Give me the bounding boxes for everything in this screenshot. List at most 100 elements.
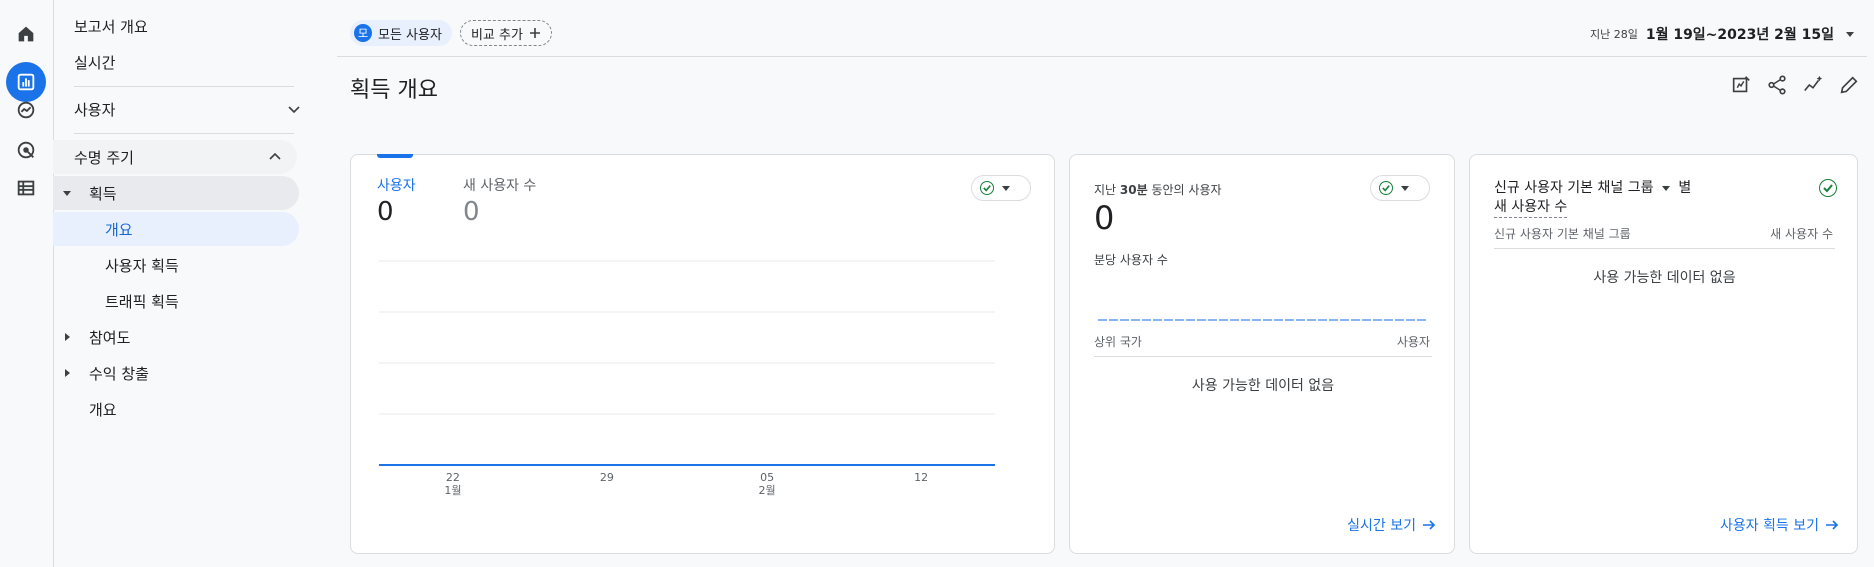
nav-realtime[interactable]: 실시간 (53, 45, 304, 79)
nav-user-acquisition[interactable]: 사용자 획득 (53, 248, 179, 282)
tab-users-label: 사용자 (377, 178, 416, 194)
check-circle-icon (1379, 181, 1393, 195)
nav-label: 개요 (105, 220, 133, 239)
nav-label: 실시간 (74, 53, 116, 72)
x-tick-label: 05 (760, 471, 774, 484)
add-comparison-button[interactable]: 비교 추가 (459, 20, 552, 46)
comparison-status-button[interactable] (1370, 175, 1430, 201)
chevron-up-icon (269, 152, 281, 160)
nav-traffic-acquisition[interactable]: 트래픽 획득 (53, 284, 179, 318)
share-icon[interactable] (1766, 74, 1788, 96)
divider (1094, 356, 1432, 357)
view-realtime-link[interactable]: 실시간 보기 (1347, 515, 1436, 535)
column-header-new-users: 새 사용자 수 (1770, 227, 1833, 241)
x-tick-label: 22 (446, 471, 460, 484)
check-circle-icon (980, 181, 994, 195)
divider (337, 56, 1867, 57)
column-header-country: 상위 국가 (1094, 335, 1142, 349)
divider (1494, 248, 1835, 249)
divider (74, 133, 294, 134)
caret-right-icon (65, 369, 70, 377)
view-user-acquisition-label: 사용자 획득 보기 (1719, 518, 1819, 534)
no-data-message: 사용 가능한 데이터 없음 (1191, 378, 1335, 394)
nav-acquisition[interactable]: 획득 (53, 176, 299, 210)
nav-label: 트래픽 획득 (105, 292, 179, 311)
nav-label: 개요 (89, 400, 117, 419)
comparison-bar: 모 모든 사용자 비교 추가 (350, 18, 552, 48)
column-header-channel: 신규 사용자 기본 채널 그룹 (1494, 227, 1631, 241)
tab-new-users-value: 0 (463, 197, 480, 227)
home-icon[interactable] (6, 14, 46, 54)
comparison-status-button[interactable] (971, 175, 1031, 201)
divider (74, 86, 294, 87)
caret-down-icon (1401, 185, 1409, 191)
title-by: 별 (1678, 180, 1692, 196)
nav-label: 수명 주기 (74, 148, 134, 167)
nav-users[interactable]: 사용자 (53, 92, 300, 126)
left-rail (0, 0, 54, 567)
realtime-title-bold: 30분 (1119, 183, 1148, 197)
nav-label: 보고서 개요 (74, 17, 148, 36)
segment-badge: 모 (354, 24, 372, 42)
channel-card-title: 신규 사용자 기본 채널 그룹 별 새 사용자 수 (1494, 179, 1691, 218)
tab-new-users[interactable]: 새 사용자 수 0 (463, 175, 536, 227)
x-tick-label: 29 (600, 471, 614, 484)
no-data-message: 사용 가능한 데이터 없음 (1593, 270, 1736, 286)
date-range-value: 1월 19일~2023년 2월 15일 (1645, 27, 1834, 43)
arrow-right-icon (1423, 520, 1436, 530)
advertising-icon[interactable] (6, 130, 46, 170)
date-range-picker[interactable]: 지난 28일 1월 19일~2023년 2월 15일 (1590, 24, 1854, 44)
channel-card: 신규 사용자 기본 채널 그룹 별 새 사용자 수 신규 사용자 기본 채널 그… (1469, 154, 1858, 554)
explore-icon[interactable] (6, 90, 46, 130)
active-tab-indicator (377, 154, 413, 158)
realtime-value: 0 (1094, 199, 1115, 237)
nav-label: 획득 (89, 184, 117, 203)
nav-monetization[interactable]: 수익 창출 (53, 356, 309, 390)
chevron-down-icon (288, 106, 300, 114)
caret-right-icon (65, 333, 70, 341)
per-minute-bars (1098, 319, 1426, 321)
caret-down-icon (1002, 185, 1010, 191)
metric-label: 새 사용자 수 (1494, 198, 1568, 218)
x-tick-month-label: 2월 (759, 484, 776, 497)
caret-down-icon (1846, 31, 1854, 37)
realtime-title: 지난 30분 동안의 사용자 (1094, 181, 1222, 198)
realtime-card: 지난 30분 동안의 사용자 0 분당 사용자 수 상위 국가 사용자 사용 가… (1069, 154, 1455, 554)
view-realtime-label: 실시간 보기 (1347, 518, 1416, 534)
nav-report-overview[interactable]: 보고서 개요 (53, 9, 304, 43)
nav-lifecycle[interactable]: 수명 주기 (53, 140, 297, 174)
x-tick-label: 12 (914, 471, 928, 484)
dimension-picker[interactable]: 신규 사용자 기본 채널 그룹 (1494, 180, 1653, 196)
caret-down-icon (63, 190, 71, 196)
nav-label: 사용자 (74, 100, 116, 119)
realtime-title-suffix: 동안의 사용자 (1147, 183, 1222, 197)
check-circle-icon (1819, 179, 1837, 197)
add-comparison-label: 비교 추가 (470, 27, 523, 43)
plus-icon (529, 28, 540, 38)
insights-icon[interactable] (1802, 74, 1824, 96)
users-line-chart: 221월 29 052월 12 (379, 260, 995, 497)
configure-icon[interactable] (6, 168, 46, 208)
nav-acq-overview[interactable]: 개요 (53, 212, 299, 246)
x-tick-month-label: 1월 (444, 484, 461, 497)
view-user-acquisition-link[interactable]: 사용자 획득 보기 (1720, 515, 1839, 535)
tab-new-users-label: 새 사용자 수 (463, 178, 537, 194)
page-title: 획득 개요 (350, 78, 438, 103)
nav-engagement[interactable]: 참여도 (53, 320, 309, 354)
tab-users[interactable]: 사용자 0 (377, 175, 416, 227)
nav-label: 사용자 획득 (105, 256, 179, 275)
date-range-prefix: 지난 28일 (1589, 28, 1638, 41)
caret-down-icon[interactable] (1661, 185, 1670, 191)
tab-users-value: 0 (377, 197, 394, 227)
per-minute-label: 분당 사용자 수 (1094, 253, 1168, 267)
comparison-status-button[interactable] (1819, 179, 1837, 197)
nav-label: 참여도 (89, 328, 131, 347)
segment-label: 모든 사용자 (378, 27, 442, 43)
column-header-users: 사용자 (1396, 335, 1430, 349)
page-toolbar (1730, 74, 1860, 96)
nav-overview[interactable]: 개요 (53, 392, 117, 426)
nav-label: 수익 창출 (89, 364, 149, 383)
edit-icon[interactable] (1838, 74, 1860, 96)
customize-report-icon[interactable] (1730, 74, 1752, 96)
segment-chip[interactable]: 모 모든 사용자 (350, 20, 452, 46)
